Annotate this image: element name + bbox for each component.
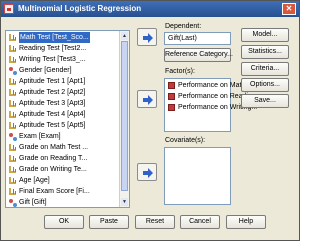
variable-list-item[interactable]: Age [Age] <box>7 175 119 186</box>
variable-label: Grade on Writing Te... <box>19 166 87 173</box>
variable-label: Aptitude Test 3 [Apt3] <box>19 100 86 107</box>
scale-variable-icon <box>9 45 16 52</box>
variable-list-item[interactable]: Aptitude Test 2 [Apt2] <box>7 87 119 98</box>
nominal-variable-icon <box>9 199 17 207</box>
variable-list-item[interactable]: Aptitude Test 5 [Apt5] <box>7 120 119 131</box>
variable-label: Grade on Reading T... <box>19 155 88 162</box>
variable-list-scrollbar[interactable]: ▲ ▼ <box>119 31 129 207</box>
variable-list-item[interactable]: Gender [Gender] <box>7 65 119 76</box>
variable-list-item[interactable]: Exam [Exam] <box>7 131 119 142</box>
ok-button[interactable]: OK <box>44 215 84 229</box>
variable-list-item[interactable]: Gift [Gift] <box>7 197 119 207</box>
reset-button[interactable]: Reset <box>135 215 175 229</box>
variable-list-item[interactable]: Final Exam Score [Fi... <box>7 186 119 197</box>
variable-label: Reading Test [Test2... <box>19 45 87 52</box>
scale-variable-icon <box>9 155 16 162</box>
nominal-variable-icon <box>9 67 17 75</box>
variable-list-item[interactable]: Grade on Math Test ... <box>7 142 119 153</box>
scroll-down-arrow-icon[interactable]: ▼ <box>121 198 128 206</box>
criteria-button[interactable]: Criteria... <box>241 62 289 76</box>
variable-label: Grade on Math Test ... <box>19 144 89 151</box>
variable-label: Exam [Exam] <box>19 133 61 140</box>
ordinal-variable-icon <box>168 82 175 89</box>
covariates-list[interactable] <box>164 147 231 205</box>
variable-list-item[interactable]: Aptitude Test 3 [Apt3] <box>7 98 119 109</box>
help-button[interactable]: Help <box>226 215 266 229</box>
variable-list-item[interactable]: Aptitude Test 4 [Apt4] <box>7 109 119 120</box>
variable-list-item[interactable]: Grade on Reading T... <box>7 153 119 164</box>
variable-label: Aptitude Test 4 [Apt4] <box>19 111 86 118</box>
close-button[interactable]: ✕ <box>282 3 296 15</box>
dialog-window: Multinomial Logistic Regression ✕ ▲ ▼ Ma… <box>0 0 300 241</box>
scale-variable-icon <box>9 177 16 184</box>
scale-variable-icon <box>9 89 16 96</box>
reference-category-button[interactable]: Reference Category... <box>164 48 233 62</box>
move-to-factors-button[interactable] <box>137 90 157 108</box>
ordinal-variable-icon <box>168 93 175 100</box>
ordinal-variable-icon <box>168 104 175 111</box>
dependent-field[interactable]: Gift(Last) <box>164 32 231 45</box>
variable-list-item[interactable]: Math Test [Test_Sco... <box>7 32 119 43</box>
variable-label: Age [Age] <box>19 177 50 184</box>
factors-list[interactable]: Performance on Math T... Performance on R… <box>164 78 258 132</box>
cancel-button[interactable]: Cancel <box>180 215 220 229</box>
dependent-label: Dependent: <box>165 23 202 30</box>
scale-variable-icon <box>9 100 16 107</box>
scale-variable-icon <box>9 111 16 118</box>
variable-label: Math Test [Test_Sco... <box>19 32 90 43</box>
right-arrow-icon <box>143 168 153 178</box>
variable-label: Writing Test [Test3_... <box>19 56 86 63</box>
right-arrow-icon <box>143 95 153 105</box>
scale-variable-icon <box>9 144 16 151</box>
variable-label: Gift [Gift] <box>19 199 47 206</box>
window-title: Multinomial Logistic Regression <box>18 4 142 13</box>
variable-label: Aptitude Test 5 [Apt5] <box>19 122 86 129</box>
scale-variable-icon <box>9 188 16 195</box>
save-button[interactable]: Save... <box>241 94 289 108</box>
nominal-variable-icon <box>9 133 17 141</box>
variable-list[interactable]: ▲ ▼ Math Test [Test_Sco... Reading Test [… <box>5 30 130 208</box>
variable-list-item[interactable]: Reading Test [Test2... <box>7 43 119 54</box>
paste-button[interactable]: Paste <box>89 215 129 229</box>
factors-label: Factor(s): <box>165 68 195 75</box>
variable-label: Aptitude Test 2 [Apt2] <box>19 89 86 96</box>
model-button[interactable]: Model... <box>241 28 289 42</box>
move-to-dependent-button[interactable] <box>137 28 157 46</box>
options-button[interactable]: Options... <box>241 78 289 92</box>
variable-label: Final Exam Score [Fi... <box>19 188 90 195</box>
covariates-label: Covariate(s): <box>165 137 206 144</box>
scale-variable-icon <box>9 34 16 41</box>
statistics-button[interactable]: Statistics... <box>241 45 289 59</box>
title-bar[interactable]: Multinomial Logistic Regression ✕ <box>1 1 299 17</box>
scale-variable-icon <box>9 78 16 85</box>
variable-list-item[interactable]: Writing Test [Test3_... <box>7 54 119 65</box>
scroll-thumb[interactable] <box>121 41 128 191</box>
variable-label: Gender [Gender] <box>19 67 72 74</box>
variable-list-item[interactable]: Grade on Writing Te... <box>7 164 119 175</box>
variable-label: Aptitude Test 1 [Apt1] <box>19 78 86 85</box>
scroll-up-arrow-icon[interactable]: ▲ <box>121 32 128 40</box>
move-to-covariates-button[interactable] <box>137 163 157 181</box>
app-icon <box>4 4 14 14</box>
variable-list-item[interactable]: Aptitude Test 1 [Apt1] <box>7 76 119 87</box>
scale-variable-icon <box>9 166 16 173</box>
scale-variable-icon <box>9 122 16 129</box>
dependent-value: Gift(Last) <box>168 35 197 42</box>
scale-variable-icon <box>9 56 16 63</box>
right-arrow-icon <box>143 33 153 43</box>
